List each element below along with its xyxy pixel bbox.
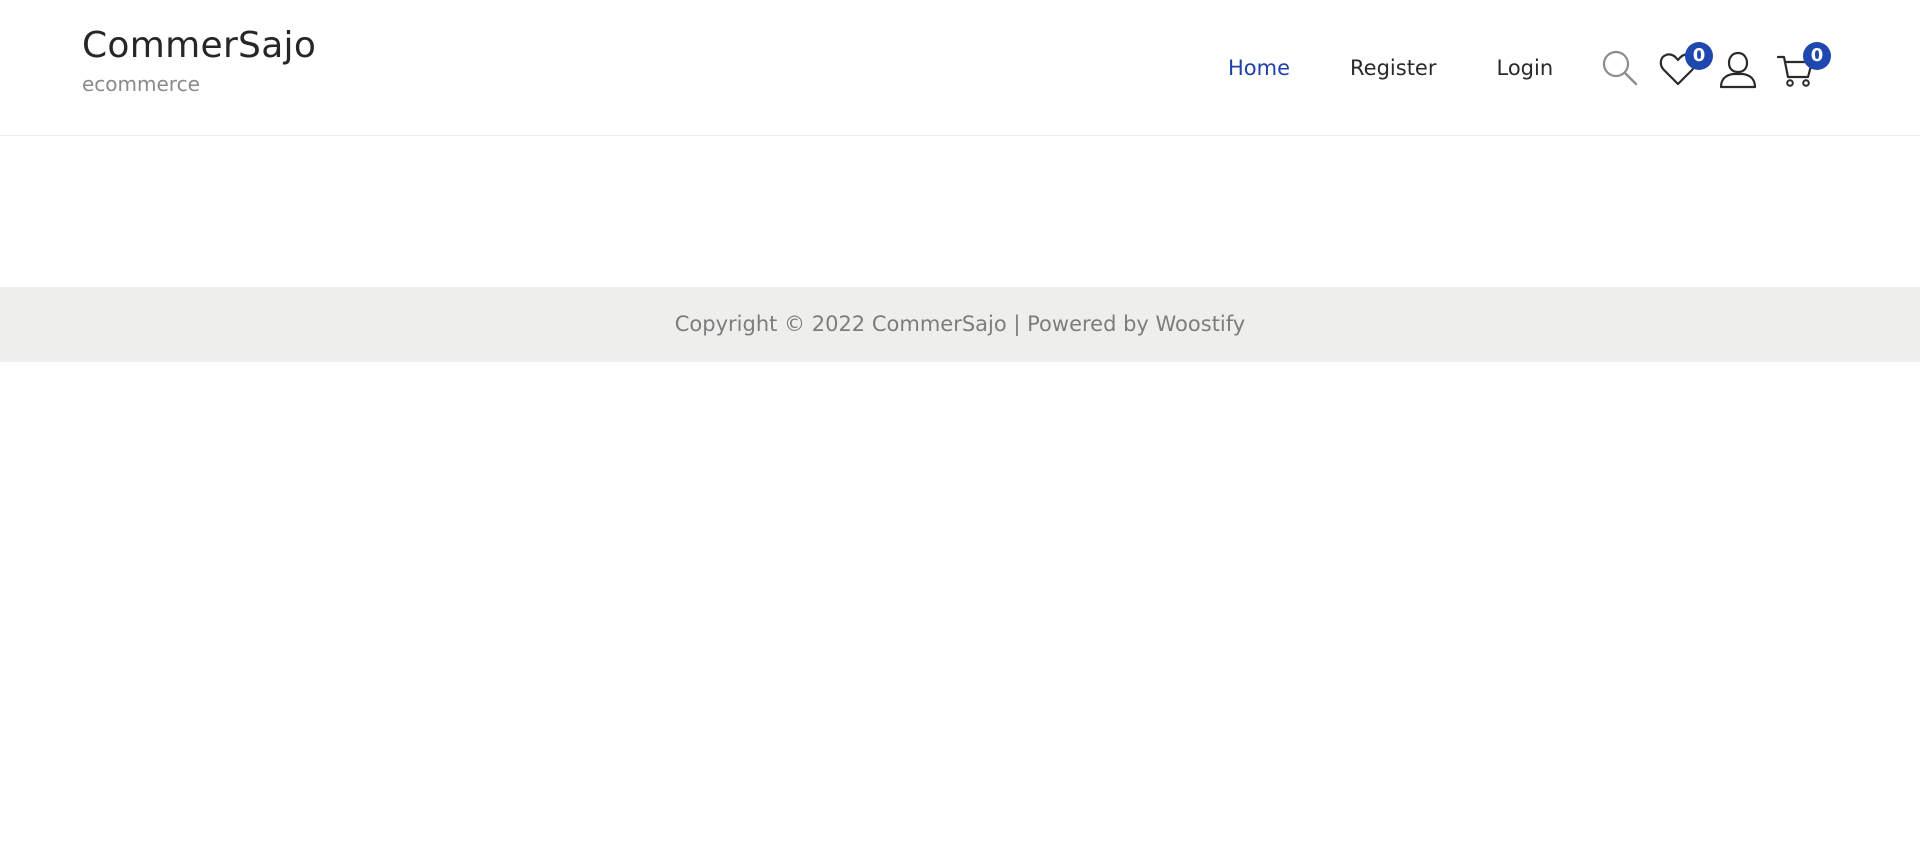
search-button[interactable] bbox=[1596, 40, 1640, 96]
user-icon bbox=[1719, 51, 1757, 89]
wishlist-button[interactable]: 0 bbox=[1654, 40, 1713, 96]
nav-item-register[interactable]: Register bbox=[1350, 52, 1436, 84]
site-title-link[interactable]: CommerSajo bbox=[82, 24, 316, 68]
nav-item-home[interactable]: Home bbox=[1228, 52, 1290, 84]
cart-button[interactable]: 0 bbox=[1772, 40, 1831, 96]
cart-count-badge: 0 bbox=[1803, 42, 1831, 70]
search-icon bbox=[1602, 50, 1638, 86]
copyright-text: Copyright © 2022 CommerSajo | Powered by… bbox=[674, 312, 1246, 336]
main-navigation: Home Register Login bbox=[1228, 52, 1553, 84]
site-header: CommerSajo ecommerce Home Register Login… bbox=[0, 0, 1920, 136]
nav-item-login[interactable]: Login bbox=[1496, 52, 1553, 84]
site-branding: CommerSajo ecommerce bbox=[82, 24, 316, 97]
wishlist-count-badge: 0 bbox=[1685, 42, 1713, 70]
site-footer: Copyright © 2022 CommerSajo | Powered by… bbox=[0, 287, 1920, 362]
site-tagline: ecommerce bbox=[82, 72, 200, 96]
account-button[interactable] bbox=[1714, 40, 1758, 96]
